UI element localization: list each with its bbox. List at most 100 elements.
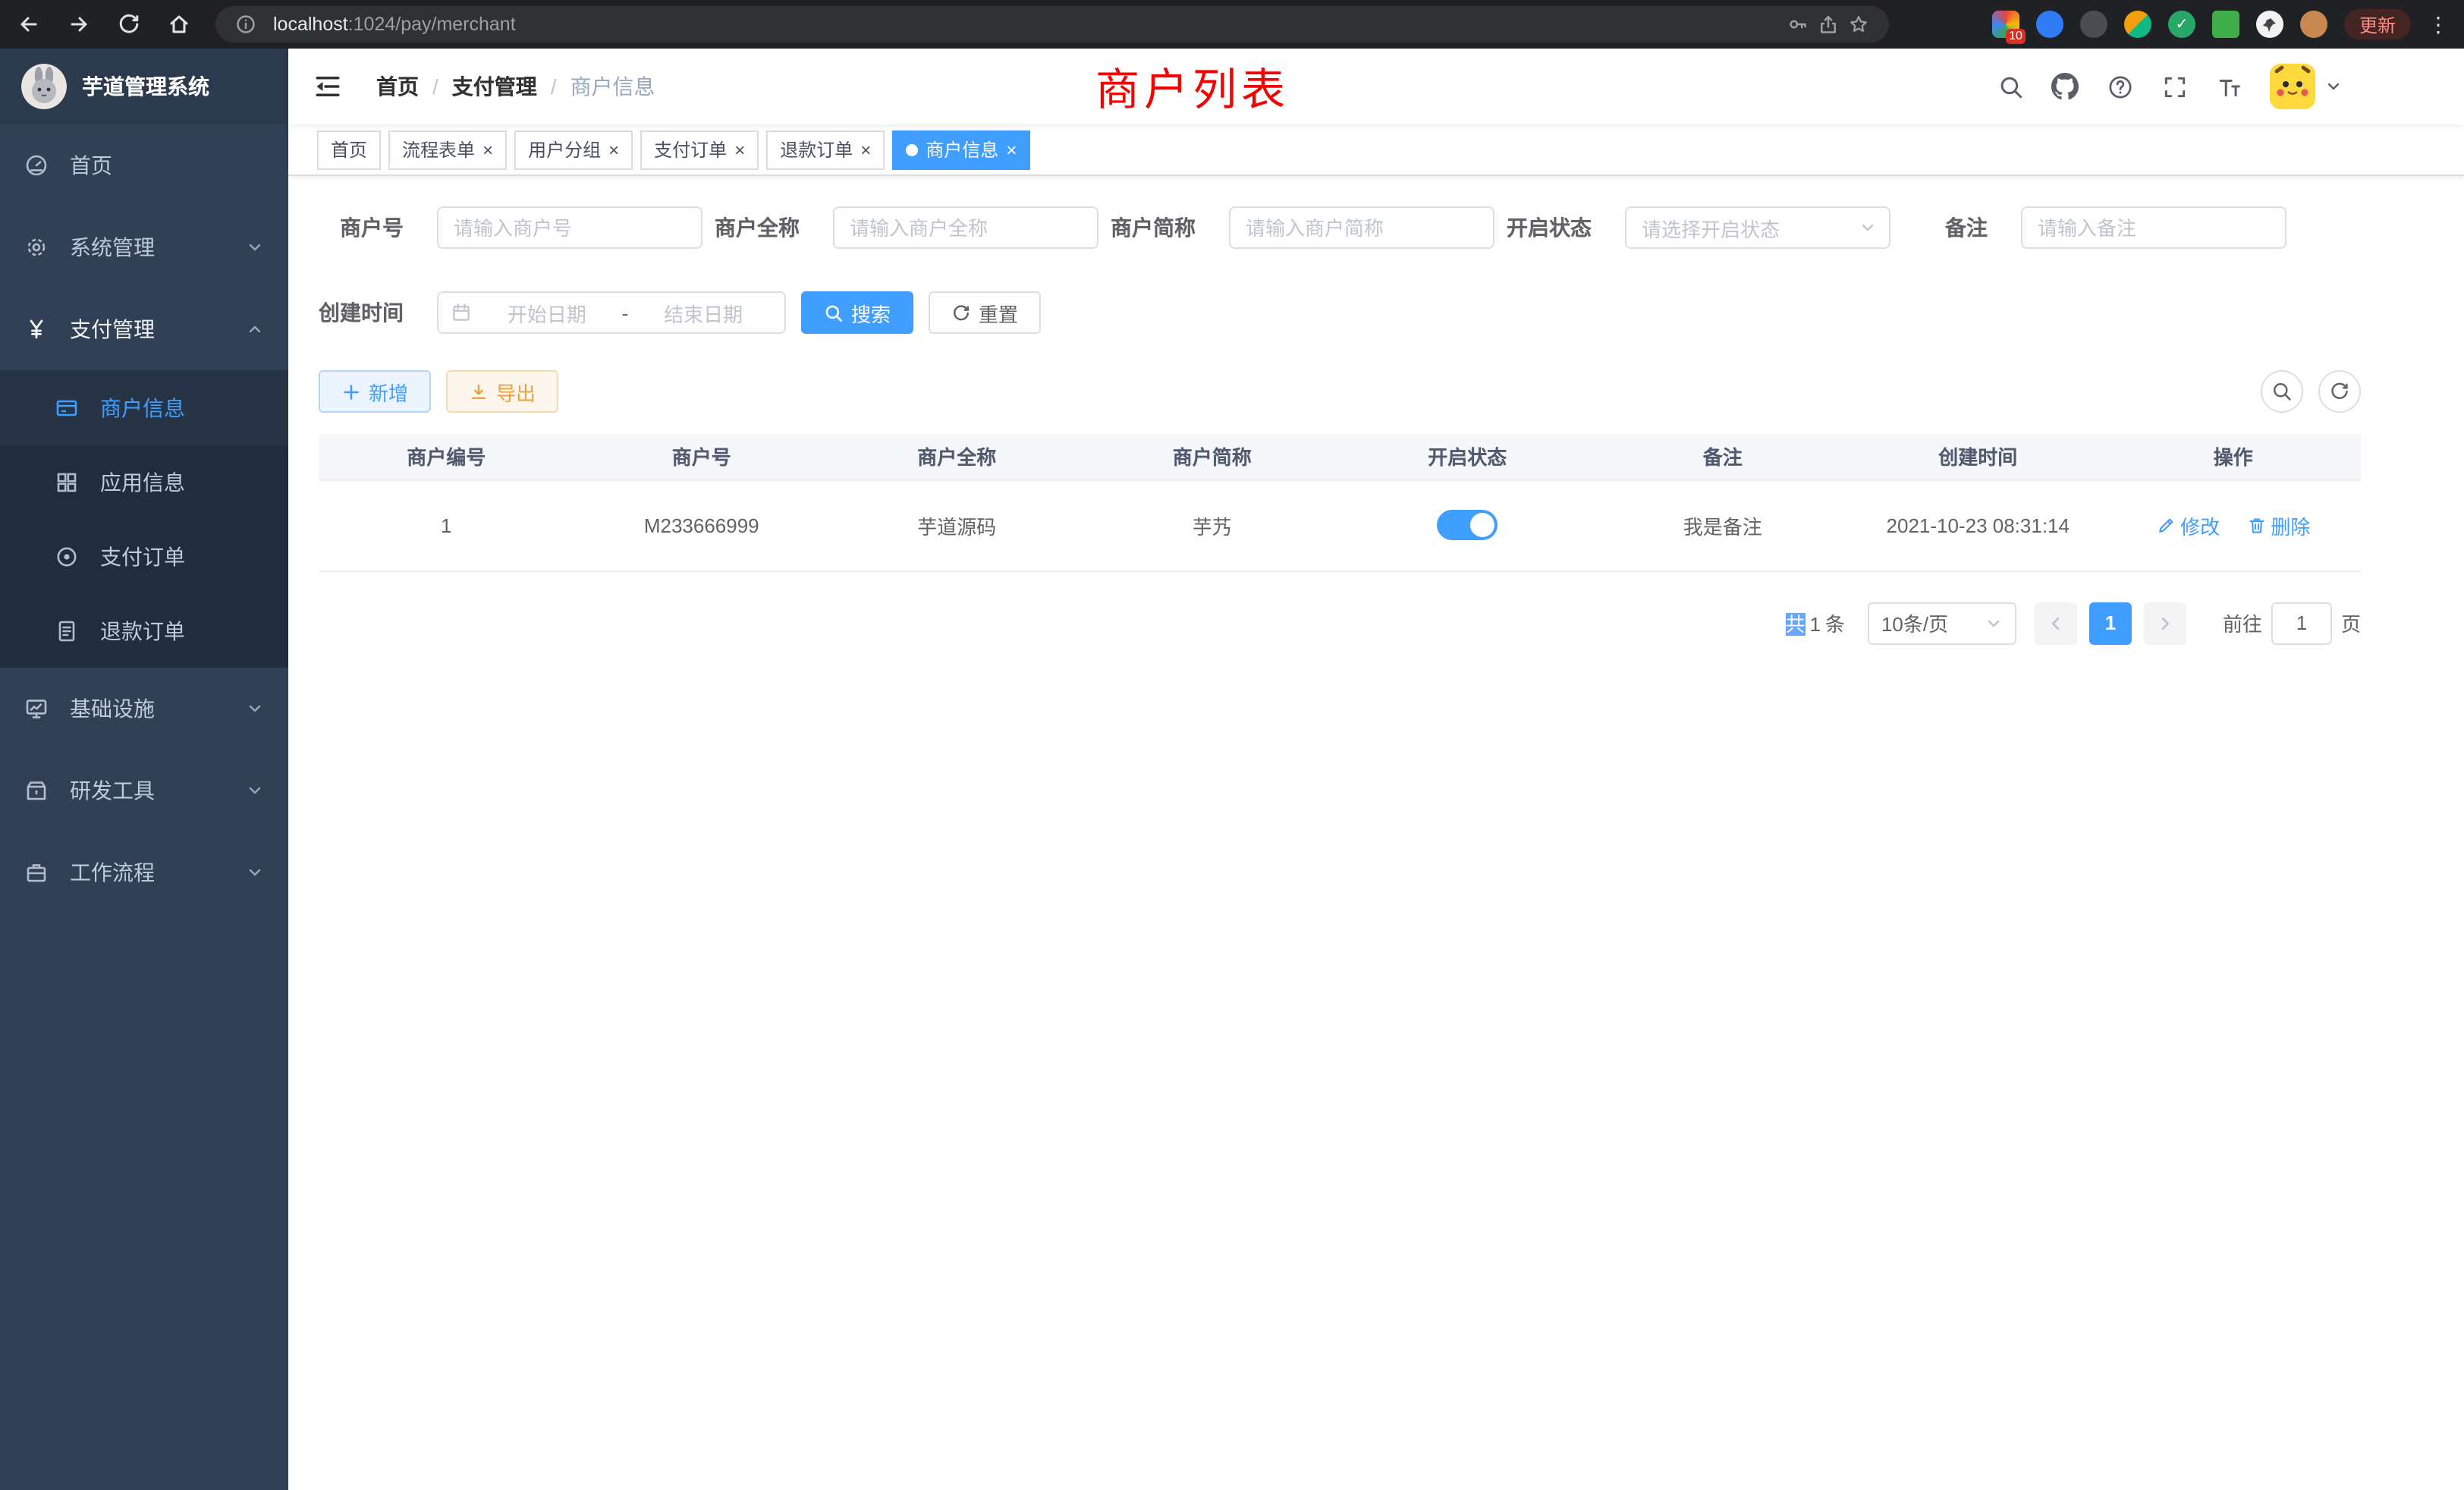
search-button[interactable]: 搜索 — [801, 291, 913, 334]
sidebar-item-refund-order[interactable]: 退款订单 — [0, 593, 288, 668]
tab-user-group[interactable]: 用户分组 × — [514, 130, 633, 169]
search-icon — [2271, 381, 2293, 402]
status-select[interactable]: 请选择开启状态 — [1625, 206, 1890, 249]
font-size-icon[interactable] — [2215, 73, 2242, 100]
bookmark-star-icon[interactable] — [1846, 12, 1871, 36]
fullscreen-icon[interactable] — [2161, 73, 2188, 100]
extension-colorful-icon[interactable]: 10 — [1992, 11, 2019, 38]
browser-reload-icon[interactable] — [115, 11, 143, 38]
extensions-pin-icon[interactable] — [2256, 11, 2283, 38]
add-button[interactable]: 新增 — [319, 370, 431, 413]
short-name-label: 商户简称 — [1111, 212, 1196, 243]
close-icon[interactable]: × — [860, 140, 871, 159]
merchant-no-label: 商户号 — [319, 212, 404, 243]
close-icon[interactable]: × — [482, 140, 493, 159]
browser-back-icon[interactable] — [15, 11, 42, 38]
remark-label: 备注 — [1945, 212, 1988, 243]
sidebar-item-home[interactable]: 首页 — [0, 124, 288, 206]
page-size-select[interactable]: 10条/页 — [1868, 602, 2016, 644]
sidebar-item-app-info[interactable]: 应用信息 — [0, 445, 288, 519]
extension-duotone-icon[interactable] — [2124, 11, 2151, 38]
plus-icon — [341, 382, 361, 401]
github-icon[interactable] — [2051, 73, 2079, 100]
extension-green-square-icon[interactable] — [2212, 11, 2239, 38]
site-info-icon[interactable] — [234, 12, 258, 36]
browser-profile-avatar[interactable] — [2300, 11, 2327, 38]
col-full-name: 商户全称 — [829, 434, 1085, 479]
status-toggle[interactable] — [1437, 510, 1498, 540]
header-search-icon[interactable] — [1997, 73, 2024, 100]
merchant-no-input[interactable] — [437, 206, 702, 249]
chevron-left-icon — [2047, 614, 2065, 632]
caret-down-icon — [2324, 77, 2343, 96]
goto-page-input[interactable] — [2271, 602, 2332, 644]
briefcase-icon — [24, 860, 49, 885]
breadcrumb-payment[interactable]: 支付管理 — [452, 71, 537, 102]
sidebar-item-merchant-info[interactable]: 商户信息 — [0, 370, 288, 445]
gear-icon — [24, 235, 49, 259]
help-icon[interactable] — [2106, 73, 2133, 100]
url-path: :1024/pay/merchant — [348, 14, 516, 35]
close-icon[interactable]: × — [1006, 140, 1017, 159]
browser-update-button[interactable]: 更新 — [2344, 9, 2411, 39]
user-avatar-menu[interactable] — [2270, 64, 2343, 109]
toggle-search-button[interactable] — [2261, 370, 2303, 413]
merchant-table: 商户编号 商户号 商户全称 商户简称 开启状态 备注 创建时间 操作 1 — [319, 434, 2361, 571]
full-name-input[interactable] — [833, 206, 1098, 249]
share-icon[interactable] — [1816, 12, 1840, 36]
page-content: 商户号 商户全称 商户简称 开启状态 请选择开启状态 — [288, 176, 2464, 1490]
sidebar-item-workflow[interactable]: 工作流程 — [0, 831, 288, 913]
sidebar-item-infrastructure[interactable]: 基础设施 — [0, 668, 288, 750]
create-time-range-picker[interactable]: 开始日期 - 结束日期 — [437, 291, 786, 334]
app-logo[interactable]: 芋道管理系统 — [0, 49, 288, 124]
sidebar-item-pay-order[interactable]: 支付订单 — [0, 519, 288, 593]
sidebar-item-system[interactable]: 系统管理 — [0, 206, 288, 288]
tab-merchant-info[interactable]: 商户信息× — [892, 130, 1030, 169]
password-key-icon[interactable] — [1786, 12, 1810, 36]
date-end-placeholder: 结束日期 — [634, 298, 772, 327]
short-name-input[interactable] — [1229, 206, 1494, 249]
sidebar-item-dev-tools[interactable]: 研发工具 — [0, 750, 288, 831]
tab-home[interactable]: 首页 — [317, 130, 381, 169]
prev-page-button[interactable] — [2035, 602, 2077, 644]
extension-green-check-icon[interactable]: ✓ — [2168, 11, 2195, 38]
browser-address-bar[interactable]: localhost:1024/pay/merchant — [215, 6, 1889, 42]
filter-form-row-2: 创建时间 开始日期 - 结束日期 搜索 重置 — [319, 291, 2361, 334]
reset-button[interactable]: 重置 — [929, 291, 1041, 334]
edit-button-label: 修改 — [2180, 511, 2220, 539]
sidebar-item-label: 商户信息 — [100, 392, 185, 423]
next-page-button[interactable] — [2144, 602, 2186, 644]
close-icon[interactable]: × — [734, 140, 745, 159]
filter-merchant-no: 商户号 — [319, 206, 702, 249]
edit-button[interactable]: 修改 — [2156, 511, 2220, 539]
col-create-time: 创建时间 — [1850, 434, 2106, 479]
tab-refund-order[interactable]: 退款订单 × — [766, 130, 885, 169]
export-button[interactable]: 导出 — [446, 370, 558, 413]
remark-input[interactable] — [2021, 206, 2286, 249]
close-icon[interactable]: × — [608, 140, 619, 159]
sidebar-item-payment[interactable]: 支付管理 — [0, 288, 288, 370]
search-button-label: 搜索 — [851, 298, 891, 327]
chevron-down-icon — [1985, 614, 2003, 632]
refresh-table-button[interactable] — [2318, 370, 2361, 413]
page-1-button[interactable]: 1 — [2089, 602, 2132, 644]
sidebar: 芋道管理系统 首页 系统管理 支付管理 — [0, 49, 288, 1490]
breadcrumb-home[interactable]: 首页 — [376, 71, 419, 102]
extension-blue-icon[interactable] — [2036, 11, 2063, 38]
url-host: localhost — [273, 14, 348, 35]
tab-label: 退款订单 — [780, 137, 853, 162]
delete-button[interactable]: 删除 — [2246, 511, 2310, 539]
tab-pay-order[interactable]: 支付订单× — [640, 130, 759, 169]
browser-menu-icon[interactable]: ⋮ — [2428, 11, 2449, 37]
table-toolbar: 新增 导出 — [319, 370, 2361, 413]
browser-forward-icon[interactable] — [65, 11, 93, 38]
cell-full-name: 芋道源码 — [829, 479, 1085, 571]
browser-home-icon[interactable] — [165, 11, 193, 38]
sidebar-fold-icon[interactable] — [313, 71, 343, 102]
target-icon — [55, 544, 79, 568]
browser-extensions-area: 10 ✓ 更新 ⋮ — [1992, 9, 2449, 39]
yen-icon — [24, 317, 49, 341]
tab-process-form[interactable]: 流程表单× — [388, 130, 507, 169]
tab-label: 用户分组 — [528, 137, 601, 162]
extension-dark-icon[interactable] — [2080, 11, 2107, 38]
